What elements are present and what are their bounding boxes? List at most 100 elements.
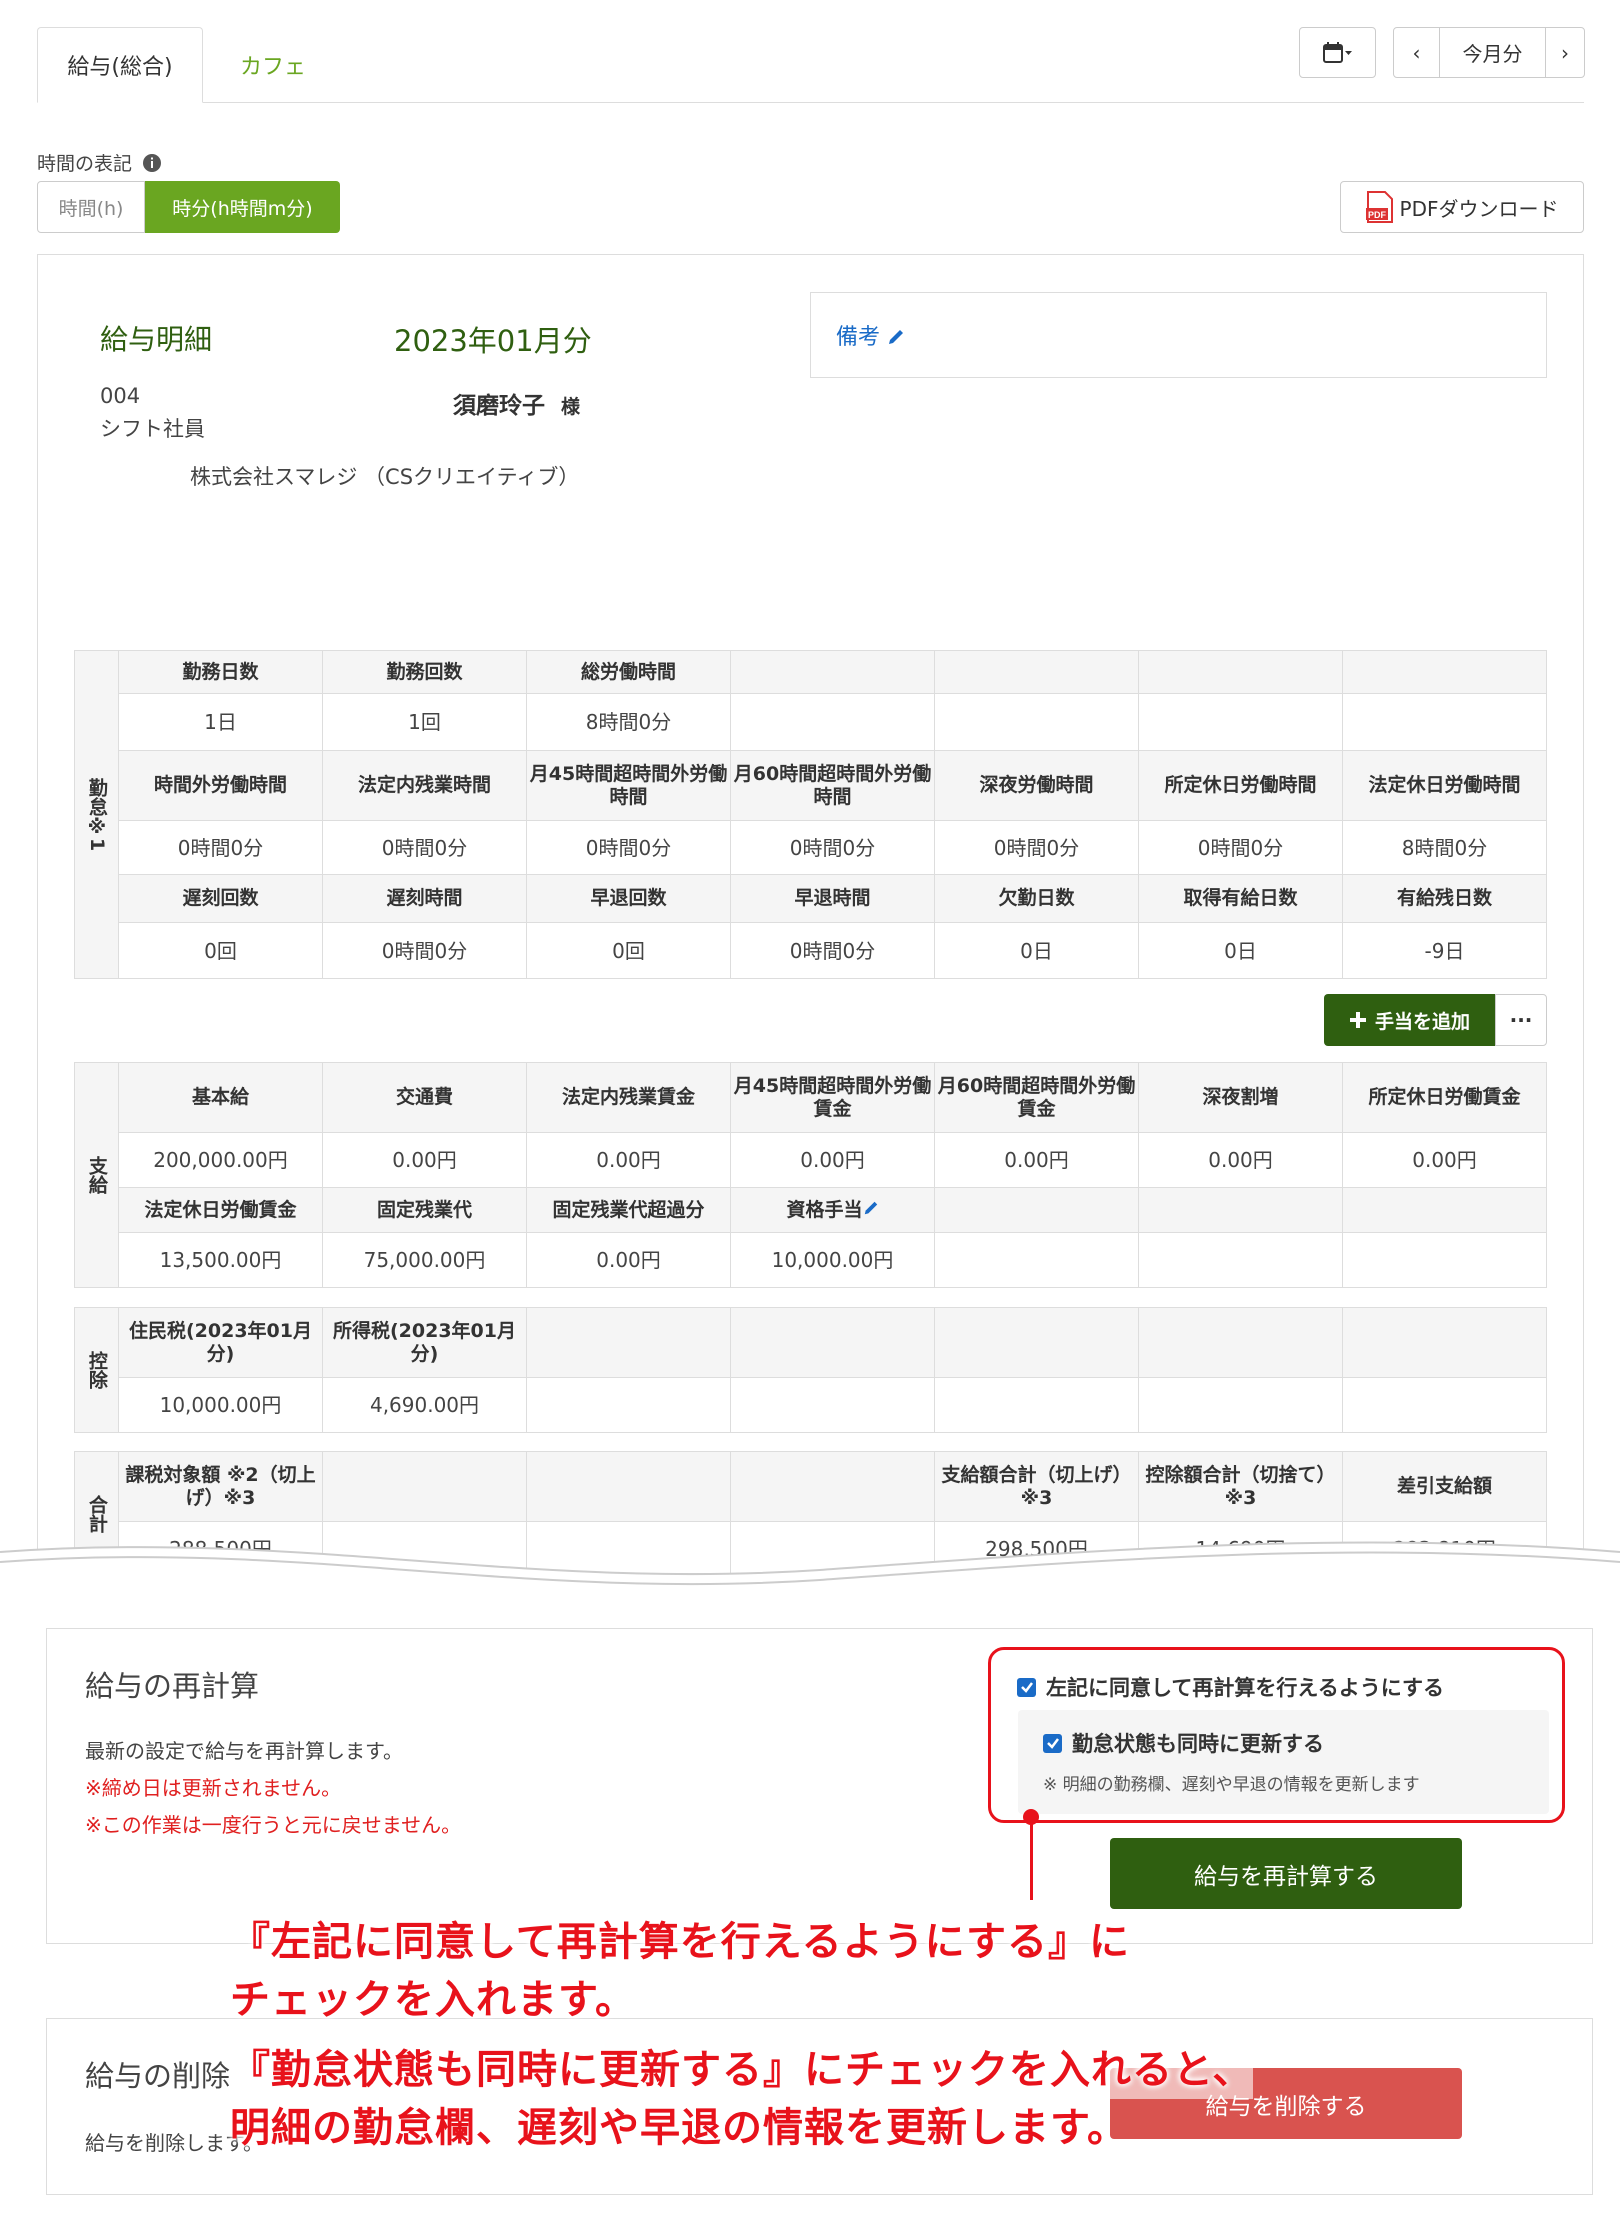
value-cell: 0時間0分 [730,820,935,875]
prev-month-button[interactable]: ‹ [1393,27,1440,78]
calendar-icon [1322,41,1352,63]
header-cell: 深夜割増 [1138,1062,1343,1133]
header-cell: 月45時間超時間外労働時間 [526,750,731,821]
tab-cafe[interactable]: カフェ [203,27,343,103]
value-cell: 0.00円 [526,1232,731,1288]
header-cell: 早退回数 [526,874,731,923]
add-allowance-button[interactable]: 手当を追加 [1324,994,1495,1046]
value-cell: 200,000.00円 [118,1132,323,1188]
employment-type: シフト社員 [100,417,205,441]
next-month-button[interactable]: › [1545,27,1585,78]
header-row: 合計 課税対象額 ※2（切上げ）※3 支給額合計（切上げ）※3 控除額合計（切捨て）※… [74,1451,1547,1577]
toggle-hours-minutes[interactable]: 時分(h時間m分) [145,181,340,233]
value-cell: 8時間0分 [1342,820,1547,875]
pdf-download-label: PDFダウンロード [1399,196,1559,221]
header-cell: 遅刻回数 [118,874,323,923]
value-cell: 0.00円 [526,1132,731,1188]
value-cell: 0時間0分 [118,820,323,875]
svg-text:PDF: PDF [1368,210,1387,220]
update-attendance-checkbox-row[interactable]: 勤怠状態も同時に更新する [1043,1728,1324,1758]
annotation-line-3: 『勤怠状態も同時に更新する』にチェックを入れると、 [230,2041,1254,2099]
value-cell: 4,690.00円 [322,1377,527,1433]
header-row: 時間外労働時間 法定内残業時間 月45時間超時間外労働時間 月60時間超時間外労働時間… [75,750,1547,821]
header-cell: 勤務回数 [322,650,527,694]
honorific: 様 [561,396,581,418]
value-cell [1342,1232,1547,1288]
pointer-dot [1023,1809,1039,1825]
allowance-edit-link[interactable]: 資格手当 [730,1187,935,1233]
allowance-label: 資格手当 [786,1198,863,1221]
deduction-side-label: 控除 [74,1307,119,1433]
header-cell: 月60時間超時間外労働時間 [730,750,935,821]
current-month-button[interactable]: 今月分 [1439,27,1546,78]
header-cell: 法定内残業時間 [322,750,527,821]
header-cell: 法定内残業賃金 [526,1062,731,1133]
header-cell: 法定休日労働賃金 [118,1187,323,1233]
header-cell: 遅刻時間 [322,874,527,923]
attendance-side-label: 勤怠※1 [74,650,119,979]
check-icon [1020,1682,1033,1693]
value-cell: 0時間0分 [322,922,527,979]
value-cell: 0.00円 [730,1132,935,1188]
header-cell: 課税対象額 ※2（切上げ）※3 [118,1451,323,1522]
header-cell: 有給残日数 [1342,874,1547,923]
annotation-line-4: 明細の勤怠欄、遅刻や早退の情報を更新します。 [230,2105,1128,2151]
annotation-text: 『左記に同意して再計算を行えるようにする』に チェックを入れます。 『勤怠状態も… [230,1913,1530,2157]
recalc-warning-2: ※この作業は一度行うと元に戻せません。 [85,1813,462,1837]
value-cell: 1日 [118,693,323,751]
remarks-edit-link[interactable]: 備考 [836,319,905,351]
header-cell: 固定残業代超過分 [526,1187,731,1233]
header-cell: 深夜労働時間 [934,750,1139,821]
toggle-hours[interactable]: 時間(h) [37,181,145,233]
recalc-warning-1: ※締め日は更新されません。 [85,1776,342,1800]
annotation-line-2: チェックを入れます。 [230,1977,636,2023]
agree-recalc-label: 左記に同意して再計算を行えるようにする [1046,1676,1444,1700]
header-cell [934,650,1139,694]
time-notation-label: 時間の表記 [37,149,162,176]
value-cell [526,1377,731,1433]
tab-payroll-total[interactable]: 給与(総合) [37,27,203,103]
agree-recalc-checkbox[interactable] [1017,1677,1036,1697]
deduction-table: 控除 住民税(2023年01月分) 所得税(2023年01月分) 10,000.00円… [74,1307,1547,1433]
header-cell [934,1307,1139,1378]
update-attendance-checkbox[interactable] [1043,1733,1062,1753]
recalc-button[interactable]: 給与を再計算する [1110,1838,1462,1909]
value-cell [1342,693,1547,751]
header-cell: 基本給 [118,1062,323,1133]
pdf-icon: PDF [1365,191,1393,223]
value-row: 1日 1回 8時間0分 [75,693,1547,751]
value-cell: -9日 [1342,922,1547,979]
cut-divider [0,1541,1620,1610]
payslip-title: 給与明細 [100,323,213,356]
value-cell: 0.00円 [934,1132,1139,1188]
header-cell: 控除額合計（切捨て）※3 [1138,1451,1343,1522]
value-cell: 8時間0分 [526,693,731,751]
value-cell: 0回 [118,922,323,979]
value-row: 13,500.00円 75,000.00円 0.00円 10,000.00円 [75,1232,1547,1288]
header-cell: 月60時間超時間外労働賃金 [934,1062,1139,1133]
calendar-dropdown-button[interactable] [1299,27,1376,78]
value-cell [1138,1377,1343,1433]
value-cell [934,1232,1139,1288]
header-cell: 総労働時間 [526,650,731,694]
more-options-button[interactable]: ··· [1495,994,1547,1046]
pointer-line [1030,1816,1033,1900]
header-cell [1342,1187,1547,1233]
pencil-icon [889,330,904,344]
value-cell: 10,000.00円 [730,1232,935,1288]
check-icon [1046,1738,1059,1749]
time-notation-text: 時間の表記 [37,153,133,175]
header-cell: 法定休日労働時間 [1342,750,1547,821]
value-cell: 10,000.00円 [118,1377,323,1433]
update-attendance-note: ※ 明細の勤務欄、遅刻や早退の情報を更新します [1043,1775,1420,1795]
payslip-period: 2023年01月分 [394,324,592,358]
pdf-download-button[interactable]: PDF PDFダウンロード [1340,181,1584,233]
value-cell: 0日 [1138,922,1343,979]
agree-recalc-checkbox-row[interactable]: 左記に同意して再計算を行えるようにする [1017,1672,1444,1702]
header-cell [1342,1307,1547,1378]
header-cell [1138,650,1343,694]
value-cell: 75,000.00円 [322,1232,527,1288]
employee-number: 004 [100,384,141,408]
value-row: 200,000.00円 0.00円 0.00円 0.00円 0.00円 0.00円 0.00… [75,1132,1547,1188]
recalc-description: 最新の設定で給与を再計算します。 [85,1739,403,1763]
